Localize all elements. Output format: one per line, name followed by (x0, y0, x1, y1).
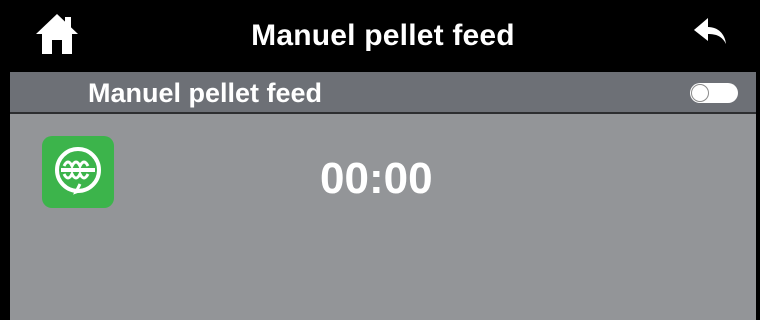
feature-label: Manuel pellet feed (88, 78, 323, 108)
feed-timer: 00:00 (320, 154, 433, 203)
toggle-knob (691, 84, 709, 102)
content-area: 00:00 (10, 114, 756, 320)
top-bar: Manuel pellet feed (10, 0, 756, 72)
auger-feed-icon (42, 136, 114, 208)
back-button[interactable] (692, 18, 728, 48)
back-arrow-icon (694, 18, 726, 44)
page-title: Manuel pellet feed (251, 19, 515, 52)
auger-glyph (55, 147, 101, 195)
feature-bar: Manuel pellet feed (10, 72, 756, 114)
screen: Manuel pellet feed Manuel pellet feed 00… (0, 0, 760, 320)
feed-toggle[interactable] (690, 83, 738, 103)
